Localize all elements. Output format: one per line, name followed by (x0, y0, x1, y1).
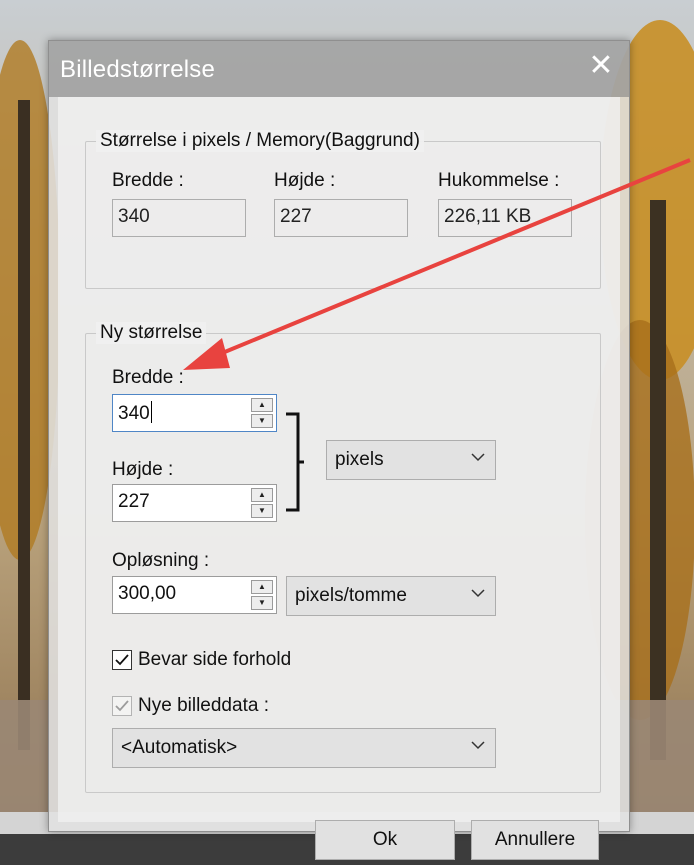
resample-method-value: <Automatisk> (121, 737, 238, 758)
new-height-input[interactable]: 227 ▲ ▼ (112, 484, 277, 522)
resample-method-select[interactable]: <Automatisk> (112, 728, 496, 768)
cancel-button[interactable]: Annullere (471, 820, 599, 860)
chevron-down-icon (471, 589, 485, 598)
new-width-input[interactable]: 340 ▲ ▼ (112, 394, 277, 432)
chevron-down-icon (471, 741, 485, 750)
spin-down-icon[interactable]: ▼ (251, 414, 273, 428)
spin-up-icon[interactable]: ▲ (251, 488, 273, 502)
spin-down-icon[interactable]: ▼ (251, 596, 273, 610)
dialog-title: Billedstørrelse (60, 56, 216, 83)
chevron-down-icon (471, 453, 485, 462)
keep-ratio-checkbox[interactable] (112, 650, 132, 670)
resolution-unit-value: pixels/tomme (295, 585, 407, 606)
resolution-value: 300,00 (118, 583, 177, 604)
spin-down-icon[interactable]: ▼ (251, 504, 273, 518)
ok-button[interactable]: Ok (315, 820, 455, 860)
current-height-label: Højde : (274, 170, 336, 191)
size-unit-select[interactable]: pixels (326, 440, 496, 480)
current-memory-label: Hukommelse : (438, 170, 560, 191)
checkmark-icon (115, 654, 129, 666)
height-spinner[interactable]: ▲ ▼ (251, 488, 273, 518)
size-unit-value: pixels (335, 449, 384, 470)
dialog-body: Størrelse i pixels / Memory(Baggrund) Br… (58, 97, 620, 860)
resolution-label: Opløsning : (112, 550, 210, 571)
resolution-spinner[interactable]: ▲ ▼ (251, 580, 273, 610)
new-height-label: Højde : (112, 459, 174, 480)
keep-ratio-label[interactable]: Bevar side forhold (138, 649, 291, 671)
resample-checkbox[interactable] (112, 696, 132, 716)
spin-up-icon[interactable]: ▲ (251, 398, 273, 412)
current-width-field: 340 (112, 199, 246, 237)
resolution-unit-select[interactable]: pixels/tomme (286, 576, 496, 616)
current-width-label: Bredde : (112, 170, 184, 191)
new-width-value: 340 (118, 403, 150, 424)
spin-up-icon[interactable]: ▲ (251, 580, 273, 594)
current-size-legend: Størrelse i pixels / Memory(Baggrund) (96, 130, 424, 152)
resolution-input[interactable]: 300,00 ▲ ▼ (112, 576, 277, 614)
image-size-dialog: Billedstørrelse ✕ Størrelse i pixels / M… (48, 40, 630, 860)
resample-label[interactable]: Nye billeddata : (138, 695, 269, 717)
new-width-label: Bredde : (112, 367, 184, 388)
close-icon[interactable]: ✕ (573, 41, 629, 97)
current-memory-field: 226,11 KB (438, 199, 572, 237)
current-size-group: Størrelse i pixels / Memory(Baggrund) Br… (85, 130, 601, 289)
new-size-legend: Ny størrelse (96, 322, 207, 344)
title-bar[interactable]: Billedstørrelse ✕ (49, 41, 629, 97)
checkmark-icon (115, 700, 129, 712)
current-height-field: 227 (274, 199, 408, 237)
width-spinner[interactable]: ▲ ▼ (251, 398, 273, 428)
new-size-group: Ny størrelse Bredde : 340 ▲ ▼ Højde : 22… (85, 322, 601, 793)
new-height-value: 227 (118, 491, 150, 512)
text-caret (150, 401, 152, 423)
link-bracket-icon (286, 412, 304, 512)
